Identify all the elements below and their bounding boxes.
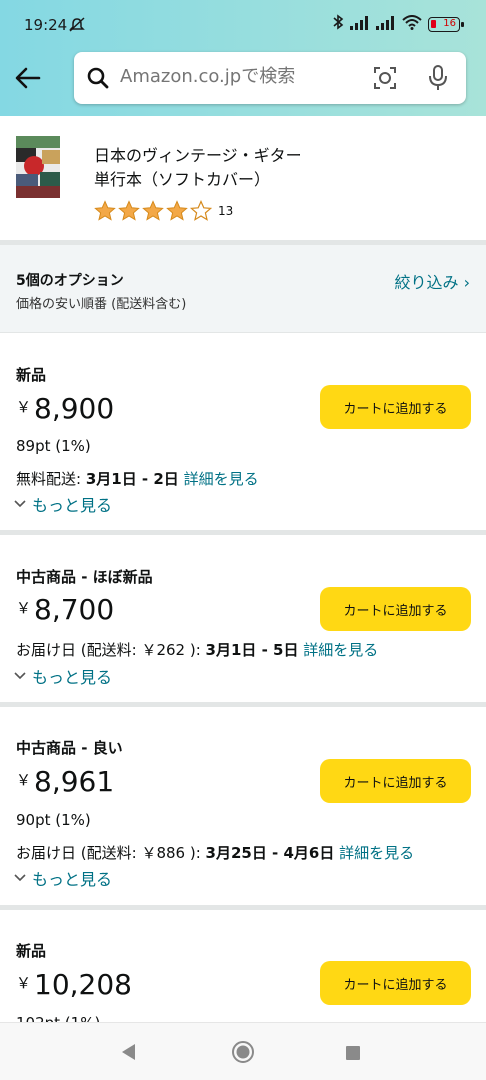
offer-card: 中古商品 - 良い ￥ 8,961 90pt (1%) お届け日 (配送料: ￥…	[0, 707, 486, 905]
mute-icon	[68, 17, 86, 37]
see-more-link[interactable]: もっと見る	[14, 866, 112, 890]
delivery-info: お届け日 (配送料: ￥262 ): 3月1日 - 5日 詳細を見る	[16, 639, 378, 660]
add-to-cart-button[interactable]: カートに追加する	[320, 587, 471, 631]
star-icon	[142, 201, 164, 221]
options-header: 5個のオプション 価格の安い順番 (配送料含む) 絞り込み ›	[0, 245, 486, 333]
battery-icon: 16	[428, 16, 464, 32]
delivery-date: 3月1日 - 5日	[205, 641, 299, 659]
system-nav-bar	[0, 1022, 486, 1080]
search-icon	[86, 66, 110, 94]
currency-symbol: ￥	[16, 599, 32, 617]
product-title[interactable]: 日本のヴィンテージ・ギター	[94, 144, 302, 168]
back-arrow-icon	[15, 67, 41, 89]
nav-recent-icon[interactable]	[346, 1045, 360, 1064]
delivery-date: 3月25日 - 4月6日	[205, 844, 335, 862]
status-icons: 16	[332, 14, 464, 34]
search-input[interactable]	[120, 66, 360, 87]
star-icon	[94, 201, 116, 221]
offer-card: 新品 ￥ 10,208 102pt (1%) カートに追加する	[0, 910, 486, 1022]
delivery-prefix: お届け日 (配送料: ￥886 ):	[16, 844, 206, 862]
status-bar: 19:24 16	[0, 0, 486, 44]
product-summary[interactable]: 日本のヴィンテージ・ギター 単行本（ソフトカバー） 13	[0, 116, 486, 240]
offer-price: ￥ 8,700	[16, 593, 114, 626]
wifi-icon	[402, 14, 422, 34]
currency-symbol: ￥	[16, 974, 32, 992]
points: 90pt (1%)	[16, 811, 91, 829]
offer-price: ￥ 10,208	[16, 968, 132, 1001]
options-count: 5個のオプション	[16, 273, 124, 289]
see-more-link[interactable]: もっと見る	[14, 492, 112, 516]
rating-count: 13	[218, 204, 234, 218]
see-more-link[interactable]: もっと見る	[14, 664, 112, 688]
price-value: 8,700	[34, 593, 115, 626]
signal-icon	[350, 15, 370, 34]
add-to-cart-button[interactable]: カートに追加する	[320, 961, 471, 1005]
delivery-info: お届け日 (配送料: ￥886 ): 3月25日 - 4月6日 詳細を見る	[16, 842, 414, 863]
currency-symbol: ￥	[16, 771, 32, 789]
points: 89pt (1%)	[16, 437, 91, 455]
see-more-label[interactable]: もっと見る	[32, 866, 112, 890]
delivery-date: 3月1日 - 2日	[85, 470, 179, 488]
offer-condition: 新品	[16, 366, 47, 384]
chevron-down-icon	[14, 874, 26, 882]
add-to-cart-button[interactable]: カートに追加する	[320, 759, 471, 803]
delivery-prefix: お届け日 (配送料: ￥262 ):	[16, 641, 206, 659]
product-thumbnail	[16, 136, 60, 198]
nav-back-icon[interactable]	[121, 1043, 137, 1065]
star-icon	[166, 201, 188, 221]
see-more-label[interactable]: もっと見る	[32, 492, 112, 516]
back-button[interactable]	[10, 60, 46, 96]
star-icon	[190, 200, 212, 221]
product-format: 単行本（ソフトカバー）	[94, 170, 271, 189]
offer-condition: 中古商品 - 良い	[16, 739, 123, 757]
search-box[interactable]	[74, 52, 466, 104]
add-to-cart-button[interactable]: カートに追加する	[320, 385, 471, 429]
chevron-down-icon	[14, 672, 26, 680]
offer-price: ￥ 8,961	[16, 765, 114, 798]
status-time: 19:24	[24, 16, 68, 34]
star-rating[interactable]: 13	[94, 200, 233, 222]
currency-symbol: ￥	[16, 398, 32, 416]
details-link[interactable]: 詳細を見る	[339, 844, 414, 862]
price-value: 8,961	[34, 765, 115, 798]
bluetooth-icon	[332, 14, 344, 34]
price-value: 8,900	[34, 392, 115, 425]
details-link[interactable]: 詳細を見る	[303, 641, 378, 659]
signal-icon	[376, 15, 396, 34]
delivery-prefix: 無料配送:	[16, 470, 86, 488]
mic-icon[interactable]	[427, 64, 449, 96]
offer-price: ￥ 8,900	[16, 392, 114, 425]
see-more-label[interactable]: もっと見る	[32, 664, 112, 688]
filter-link[interactable]: 絞り込み ›	[395, 269, 471, 293]
star-icon	[118, 201, 140, 221]
details-link[interactable]: 詳細を見る	[184, 470, 259, 488]
app-header: 19:24 16	[0, 0, 486, 116]
points: 102pt (1%)	[16, 1014, 100, 1022]
delivery-info: 無料配送: 3月1日 - 2日 詳細を見る	[16, 468, 259, 489]
offer-card: 新品 ￥ 8,900 89pt (1%) 無料配送: 3月1日 - 2日 詳細を…	[0, 334, 486, 530]
camera-icon[interactable]	[372, 65, 398, 95]
nav-home-icon[interactable]	[231, 1040, 255, 1068]
offer-card: 中古商品 - ほぼ新品 ￥ 8,700 お届け日 (配送料: ￥262 ): 3…	[0, 535, 486, 702]
offer-condition: 新品	[16, 942, 47, 960]
price-value: 10,208	[34, 968, 132, 1001]
chevron-down-icon	[14, 500, 26, 508]
offer-condition: 中古商品 - ほぼ新品	[16, 568, 153, 586]
sort-order: 価格の安い順番 (配送料含む)	[16, 297, 187, 312]
